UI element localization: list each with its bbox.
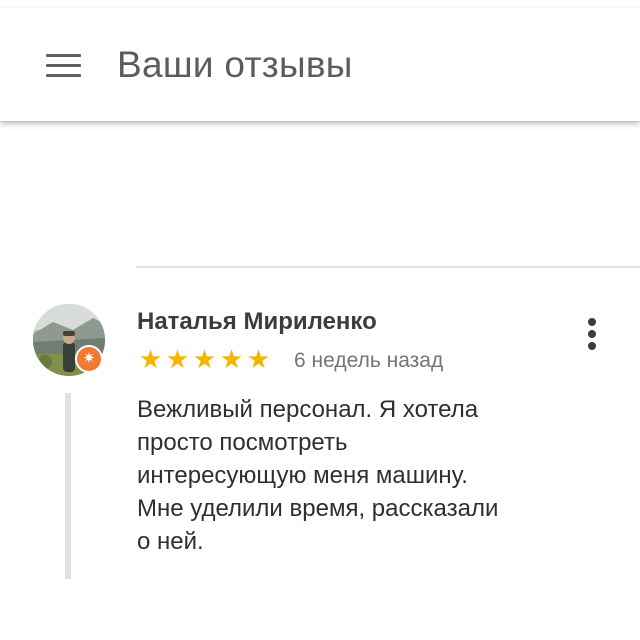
review-text-line: интересующую меня машину. xyxy=(137,462,468,489)
star-icon: ★ xyxy=(192,344,217,374)
hamburger-menu-icon xyxy=(46,54,81,78)
star-icon: ★ xyxy=(219,344,244,374)
review-text-line: Мне уделили время, рассказали xyxy=(137,495,499,522)
star-icon: ★ xyxy=(246,344,271,374)
star-icon: ★ xyxy=(138,344,163,374)
review-text: Вежливый персонал. Я хотела просто посмо… xyxy=(137,393,597,558)
review-text-line: просто посмотреть xyxy=(137,429,348,456)
star-rating: ★ ★ ★ ★ ★ xyxy=(137,344,272,374)
more-options-button[interactable] xyxy=(572,308,612,360)
local-guide-badge: ✷ xyxy=(75,345,103,373)
app-bar: Ваши отзывы xyxy=(0,8,640,121)
author-name[interactable]: Наталья Мириленко xyxy=(137,308,377,336)
review-date: 6 недель назад xyxy=(294,349,444,372)
thread-line xyxy=(65,393,71,579)
local-guide-star-icon: ✷ xyxy=(82,350,96,367)
divider xyxy=(136,266,640,268)
page-title: Ваши отзывы xyxy=(117,44,353,85)
review-text-line: Вежливый персонал. Я хотела xyxy=(137,396,479,423)
menu-button[interactable] xyxy=(34,38,94,94)
reviews-screen: Ваши отзывы ✷ Наталья Мириленко ★★★★ xyxy=(0,0,640,640)
star-icon: ★ xyxy=(165,344,190,374)
review-text-line: о ней. xyxy=(137,528,204,555)
